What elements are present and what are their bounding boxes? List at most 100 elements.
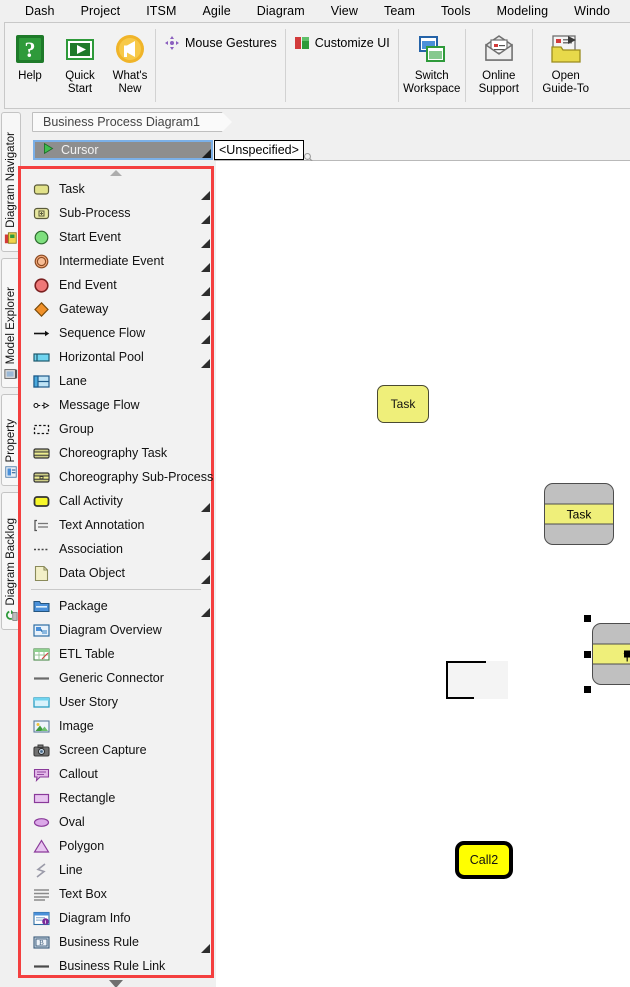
palette-item-callout[interactable]: Callout	[21, 762, 211, 786]
palette-item-sub-process[interactable]: Sub-Process	[21, 201, 211, 225]
palette-item-choreography-sub-process[interactable]: Choreography Sub-Process	[21, 465, 213, 489]
menu-item-window[interactable]: Windo	[561, 2, 623, 20]
mouse-gestures-button[interactable]: Mouse Gestures	[156, 27, 285, 53]
palette-item-association[interactable]: Association	[21, 537, 211, 561]
palette-item-label: Polygon	[59, 839, 105, 853]
palette-item-label: Package	[59, 599, 108, 613]
palette-item-task[interactable]: Task	[21, 177, 211, 201]
windows-stack-icon	[416, 33, 448, 65]
call-activity-shape-body[interactable]: Call2	[455, 841, 513, 879]
palette-item-horizontal-pool[interactable]: Horizontal Pool	[21, 345, 211, 369]
palette-item-oval[interactable]: Oval	[21, 810, 211, 834]
scroll-up-arrow-icon[interactable]	[110, 170, 122, 176]
menu-bar: Dash Project ITSM Agile Diagram View Tea…	[0, 0, 630, 22]
palette-item-expand-corner-icon[interactable]	[201, 608, 210, 617]
ghost-rect-bottom-edge	[446, 697, 474, 699]
lane-icon	[33, 373, 50, 390]
quick-start-button[interactable]: Quick Start	[55, 27, 105, 96]
diagram-canvas[interactable]: Task Task Task	[216, 161, 630, 987]
model-explorer-icon	[4, 367, 18, 384]
choreography-task-icon	[33, 445, 50, 462]
palette-item-choreography-task[interactable]: Choreography Task	[21, 441, 211, 465]
palette-item-expand-corner-icon[interactable]	[201, 335, 210, 344]
ribbon-group-guide: Open Guide-To	[533, 23, 599, 108]
palette-item-intermediate-event[interactable]: Intermediate Event	[21, 249, 211, 273]
selection-handle-bottom-left[interactable]	[584, 686, 591, 693]
menu-item-tools[interactable]: Tools	[428, 2, 484, 20]
palette-item-sequence-flow[interactable]: Sequence Flow	[21, 321, 211, 345]
sidebar-item-label: Property	[5, 418, 17, 462]
palette-item-call-activity[interactable]: Call Activity	[21, 489, 211, 513]
task-lane-shape-body[interactable]: Task	[592, 623, 630, 685]
palette-item-package[interactable]: Package	[21, 594, 211, 618]
palette-item-business-rule[interactable]: B Business Rule	[21, 930, 211, 954]
palette-item-label: Text Box	[59, 887, 107, 901]
palette-item-screen-capture[interactable]: Screen Capture	[21, 738, 211, 762]
menu-item-team[interactable]: Team	[371, 2, 428, 20]
palette-item-label: Diagram Overview	[59, 623, 162, 637]
open-guide-to-button[interactable]: Open Guide-To	[533, 27, 599, 96]
screen-capture-icon	[33, 742, 50, 759]
menu-item-modeling[interactable]: Modeling	[484, 2, 562, 20]
canvas-shape-task-1[interactable]: Task	[377, 385, 429, 423]
canvas-shape-task-lanes-2-selected[interactable]: Task	[584, 615, 630, 693]
switch-workspace-button[interactable]: Switch Workspace	[399, 27, 465, 96]
palette-item-expand-corner-icon[interactable]	[201, 944, 210, 953]
palette-item-lane[interactable]: Lane	[21, 369, 211, 393]
palette-item-group[interactable]: Group	[21, 417, 211, 441]
palette-item-business-rule-link[interactable]: Business Rule Link	[21, 954, 211, 978]
canvas-shape-task-lanes-1[interactable]: Task	[544, 483, 614, 545]
palette-item-user-story[interactable]: User Story	[21, 690, 211, 714]
palette-item-expand-corner-icon[interactable]	[201, 359, 210, 368]
palette-item-expand-corner-icon[interactable]	[201, 239, 210, 248]
menu-item-dash[interactable]: Dash	[12, 2, 68, 20]
palette-item-generic-connector[interactable]: Generic Connector	[21, 666, 211, 690]
palette-item-line[interactable]: Line	[21, 858, 211, 882]
selection-handle-middle-left[interactable]	[584, 651, 591, 658]
palette-item-data-object[interactable]: Data Object	[21, 561, 211, 585]
palette-item-expand-corner-icon[interactable]	[201, 263, 210, 272]
palette-item-diagram-info[interactable]: i Diagram Info	[21, 906, 211, 930]
selection-handle-top-left[interactable]	[584, 615, 591, 622]
quick-start-label: Quick Start	[65, 70, 95, 95]
palette-item-expand-corner-icon[interactable]	[201, 191, 210, 200]
menu-item-itsm[interactable]: ITSM	[133, 2, 189, 20]
whats-new-button[interactable]: What's New	[105, 27, 155, 96]
ghost-rect-left-edge	[446, 661, 448, 699]
palette-divider	[31, 589, 201, 590]
unspecified-model-selector[interactable]: <Unspecified>	[214, 140, 304, 160]
palette-item-image[interactable]: Image	[21, 714, 211, 738]
palette-item-polygon[interactable]: Polygon	[21, 834, 211, 858]
palette-item-rectangle[interactable]: Rectangle	[21, 786, 211, 810]
help-button[interactable]: ? Help	[5, 27, 55, 83]
cursor-tool-button[interactable]: Cursor	[33, 140, 213, 160]
task-shape-body[interactable]: Task	[377, 385, 429, 423]
palette-item-text-box[interactable]: Text Box	[21, 882, 211, 906]
palette-item-expand-corner-icon[interactable]	[201, 503, 210, 512]
palette-item-expand-corner-icon[interactable]	[201, 215, 210, 224]
palette-item-message-flow[interactable]: Message Flow	[21, 393, 211, 417]
document-tab-business-process-diagram1[interactable]: Business Process Diagram1	[32, 112, 233, 132]
palette-item-expand-corner-icon[interactable]	[201, 551, 210, 560]
palette-item-start-event[interactable]: Start Event	[21, 225, 211, 249]
palette-item-expand-corner-icon[interactable]	[201, 287, 210, 296]
canvas-shape-call2[interactable]: Call2	[455, 841, 513, 879]
canvas-shape-ghost-rectangle[interactable]	[446, 661, 508, 699]
scroll-down-arrow-icon[interactable]	[109, 980, 123, 987]
task-lane-shape-body[interactable]: Task	[544, 483, 614, 545]
data-object-icon	[33, 565, 50, 582]
palette-item-expand-corner-icon[interactable]	[201, 575, 210, 584]
palette-item-expand-corner-icon[interactable]	[201, 311, 210, 320]
cursor-expand-corner-icon[interactable]	[202, 149, 211, 158]
palette-item-etl-table[interactable]: ETL Table	[21, 642, 211, 666]
palette-item-diagram-overview[interactable]: Diagram Overview	[21, 618, 211, 642]
palette-item-end-event[interactable]: End Event	[21, 273, 211, 297]
menu-item-diagram[interactable]: Diagram	[244, 2, 318, 20]
online-support-button[interactable]: Online Support	[466, 27, 532, 96]
menu-item-project[interactable]: Project	[68, 2, 134, 20]
customize-ui-button[interactable]: Customize UI	[286, 27, 398, 53]
menu-item-view[interactable]: View	[318, 2, 371, 20]
menu-item-agile[interactable]: Agile	[189, 2, 243, 20]
palette-item-text-annotation[interactable]: Text Annotation	[21, 513, 211, 537]
palette-item-gateway[interactable]: Gateway	[21, 297, 211, 321]
